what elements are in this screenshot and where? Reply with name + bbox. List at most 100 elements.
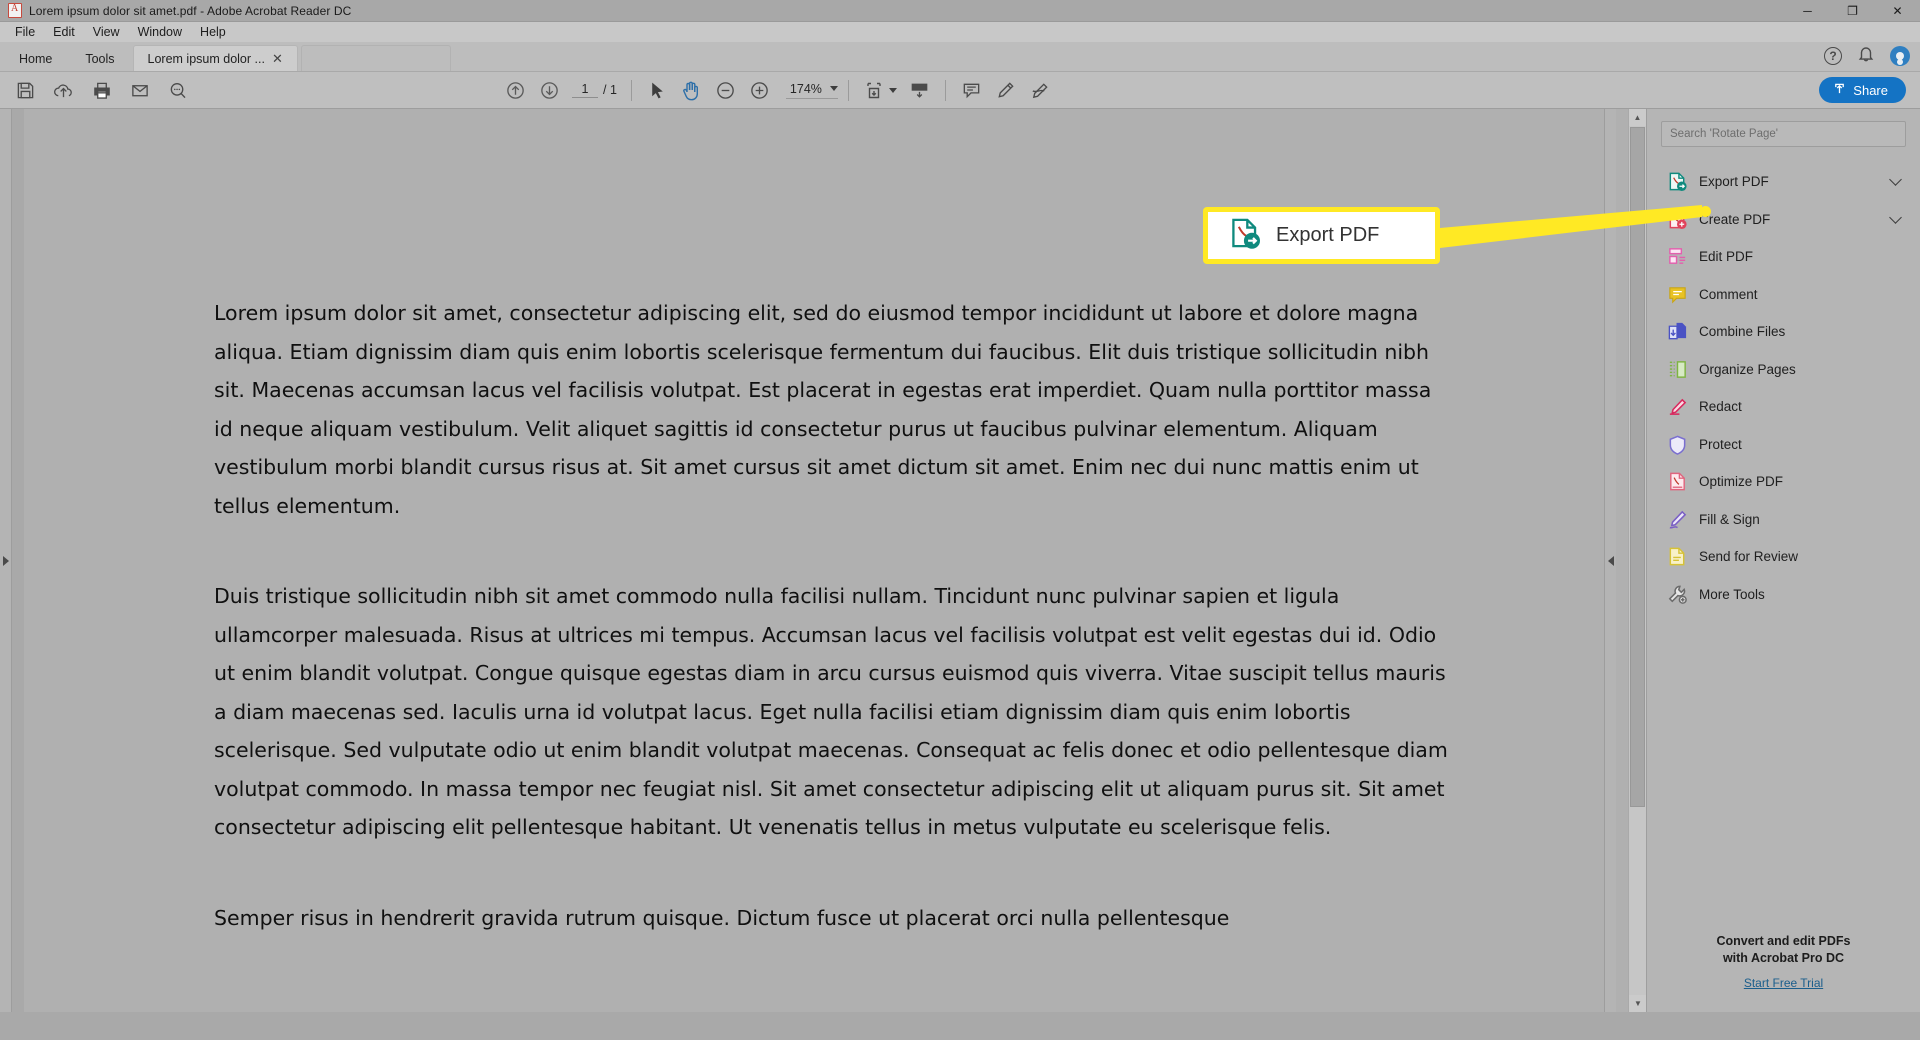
scrollbar-thumb[interactable] <box>1630 127 1645 807</box>
sidebar-item-comment[interactable]: Comment <box>1647 276 1920 314</box>
tab-tools[interactable]: Tools <box>70 45 129 71</box>
fill-sign-icon <box>1667 509 1688 530</box>
combine-files-icon <box>1667 321 1688 342</box>
export-pdf-icon <box>1667 171 1688 192</box>
highlighter-icon[interactable] <box>990 76 1021 105</box>
sidebar-item-label: More Tools <box>1699 586 1765 602</box>
sidebar-item-label: Send for Review <box>1699 549 1799 565</box>
zoom-level-value: 174% <box>789 81 822 96</box>
acrobat-app-icon <box>8 3 22 18</box>
help-icon[interactable]: ? <box>1824 47 1842 65</box>
promo-line-1: Convert and edit PDFs <box>1716 934 1851 948</box>
sidebar-item-create-pdf[interactable]: Create PDF <box>1647 201 1920 239</box>
page-number-field[interactable]: 1 / 1 <box>572 82 617 98</box>
left-panel-toggle[interactable] <box>0 109 12 1012</box>
minimize-button[interactable]: ─ <box>1785 0 1830 22</box>
scroll-up-arrow-icon[interactable]: ▲ <box>1629 109 1646 126</box>
redact-icon <box>1667 396 1688 417</box>
sidebar-item-label: Export PDF <box>1699 174 1769 190</box>
avatar[interactable] <box>1890 46 1910 66</box>
page-total-label: / 1 <box>603 83 617 97</box>
chevron-right-icon <box>2 555 9 566</box>
sidebar-item-protect[interactable]: Protect <box>1647 426 1920 464</box>
sidebar-item-label: Protect <box>1699 436 1742 452</box>
toolbar-separator-1 <box>630 79 632 101</box>
scroll-down-arrow-icon[interactable]: ▼ <box>1629 995 1646 1012</box>
sidebar-item-export-pdf[interactable]: Export PDF <box>1647 163 1920 201</box>
tab-document[interactable]: Lorem ipsum dolor ... ✕ <box>132 45 298 71</box>
cloud-upload-icon[interactable] <box>48 76 79 105</box>
document-paragraph: Duis tristique sollicitudin nibh sit ame… <box>214 584 1448 839</box>
sidebar-item-redact[interactable]: Redact <box>1647 388 1920 426</box>
tab-document-label: Lorem ipsum dolor ... <box>147 51 265 66</box>
sidebar-item-optimize-pdf[interactable]: Optimize PDF <box>1647 463 1920 501</box>
tab-placeholder <box>300 45 451 71</box>
chevron-down-icon[interactable] <box>1889 173 1902 187</box>
share-button[interactable]: Share <box>1819 77 1906 103</box>
main-toolbar: 1 / 1 174% Share <box>0 72 1920 109</box>
close-icon[interactable]: ✕ <box>272 52 283 65</box>
save-icon[interactable] <box>10 76 41 105</box>
notification-bell-icon[interactable] <box>1858 45 1874 67</box>
close-button[interactable]: ✕ <box>1875 0 1920 22</box>
scroll-mode-icon[interactable] <box>904 76 935 105</box>
tab-tools-label: Tools <box>85 51 115 66</box>
sidebar-item-label: Redact <box>1699 399 1742 415</box>
zoom-in-icon[interactable] <box>744 76 775 105</box>
toolbar-separator-2 <box>847 79 849 101</box>
document-text: Lorem ipsum dolor sit amet, consectetur … <box>214 294 1454 989</box>
title-bar: Lorem ipsum dolor sit amet.pdf - Adobe A… <box>0 0 1920 22</box>
organize-pages-icon <box>1667 359 1688 380</box>
tab-strip-actions: ? <box>1824 45 1910 67</box>
toolbar-center-group: 1 / 1 174% <box>500 76 1055 105</box>
tab-home[interactable]: Home <box>4 45 67 71</box>
search-input[interactable]: Search 'Rotate Page' <box>1661 121 1906 147</box>
next-page-button[interactable] <box>534 76 565 105</box>
menu-help[interactable]: Help <box>191 23 235 41</box>
sidebar-item-label: Fill & Sign <box>1699 511 1760 527</box>
fit-page-chevron-icon[interactable] <box>888 87 897 93</box>
sidebar-item-organize-pages[interactable]: Organize Pages <box>1647 351 1920 389</box>
menu-file[interactable]: File <box>6 23 44 41</box>
sidebar-item-more-tools[interactable]: More Tools <box>1647 576 1920 614</box>
maximize-button[interactable]: ❐ <box>1830 0 1875 22</box>
chevron-down-icon[interactable] <box>1889 210 1902 224</box>
previous-page-button[interactable] <box>500 76 531 105</box>
sidebar-item-send-for-review[interactable]: Send for Review <box>1647 538 1920 576</box>
sidebar-item-edit-pdf[interactable]: Edit PDF <box>1647 238 1920 276</box>
sidebar-item-label: Create PDF <box>1699 211 1771 227</box>
promo-block: Convert and edit PDFs with Acrobat Pro D… <box>1647 933 1920 990</box>
sidebar-item-combine-files[interactable]: Combine Files <box>1647 313 1920 351</box>
search-icon[interactable] <box>162 76 193 105</box>
tools-sidebar: Search 'Rotate Page' Export PDF Create P… <box>1646 109 1920 1012</box>
window-title: Lorem ipsum dolor sit amet.pdf - Adobe A… <box>29 3 352 18</box>
page-current-input[interactable]: 1 <box>572 82 598 98</box>
sidebar-item-label: Combine Files <box>1699 324 1786 340</box>
vertical-scrollbar[interactable]: ▲ ▼ <box>1628 109 1646 1012</box>
email-icon[interactable] <box>124 76 155 105</box>
menu-edit[interactable]: Edit <box>44 23 84 41</box>
zoom-level-dropdown[interactable]: 174% <box>785 81 838 99</box>
promo-line-2: with Acrobat Pro DC <box>1722 951 1845 965</box>
toolbar-separator-3 <box>944 79 946 101</box>
menu-view[interactable]: View <box>84 23 129 41</box>
zoom-out-icon[interactable] <box>710 76 741 105</box>
sidebar-item-fill-sign[interactable]: Fill & Sign <box>1647 501 1920 539</box>
hand-icon[interactable] <box>676 76 707 105</box>
sidebar-item-label: Comment <box>1699 286 1758 302</box>
right-panel-toggle[interactable] <box>1604 109 1616 1012</box>
menu-window[interactable]: Window <box>129 23 191 41</box>
document-paragraph: Lorem ipsum dolor sit amet, consectetur … <box>214 301 1432 518</box>
comment-icon[interactable] <box>956 76 987 105</box>
print-icon[interactable] <box>86 76 117 105</box>
fit-page-icon[interactable] <box>859 76 890 105</box>
export-pdf-icon <box>1228 216 1262 255</box>
signature-icon[interactable] <box>1024 76 1055 105</box>
cursor-icon[interactable] <box>642 76 673 105</box>
send-review-icon <box>1667 546 1688 567</box>
start-free-trial-link[interactable]: Start Free Trial <box>1647 976 1920 990</box>
search-placeholder: Search 'Rotate Page' <box>1670 128 1778 140</box>
callout-export-pdf[interactable]: Export PDF <box>1203 207 1440 264</box>
share-upload-icon <box>1833 82 1846 99</box>
chevron-down-icon[interactable] <box>829 86 838 91</box>
